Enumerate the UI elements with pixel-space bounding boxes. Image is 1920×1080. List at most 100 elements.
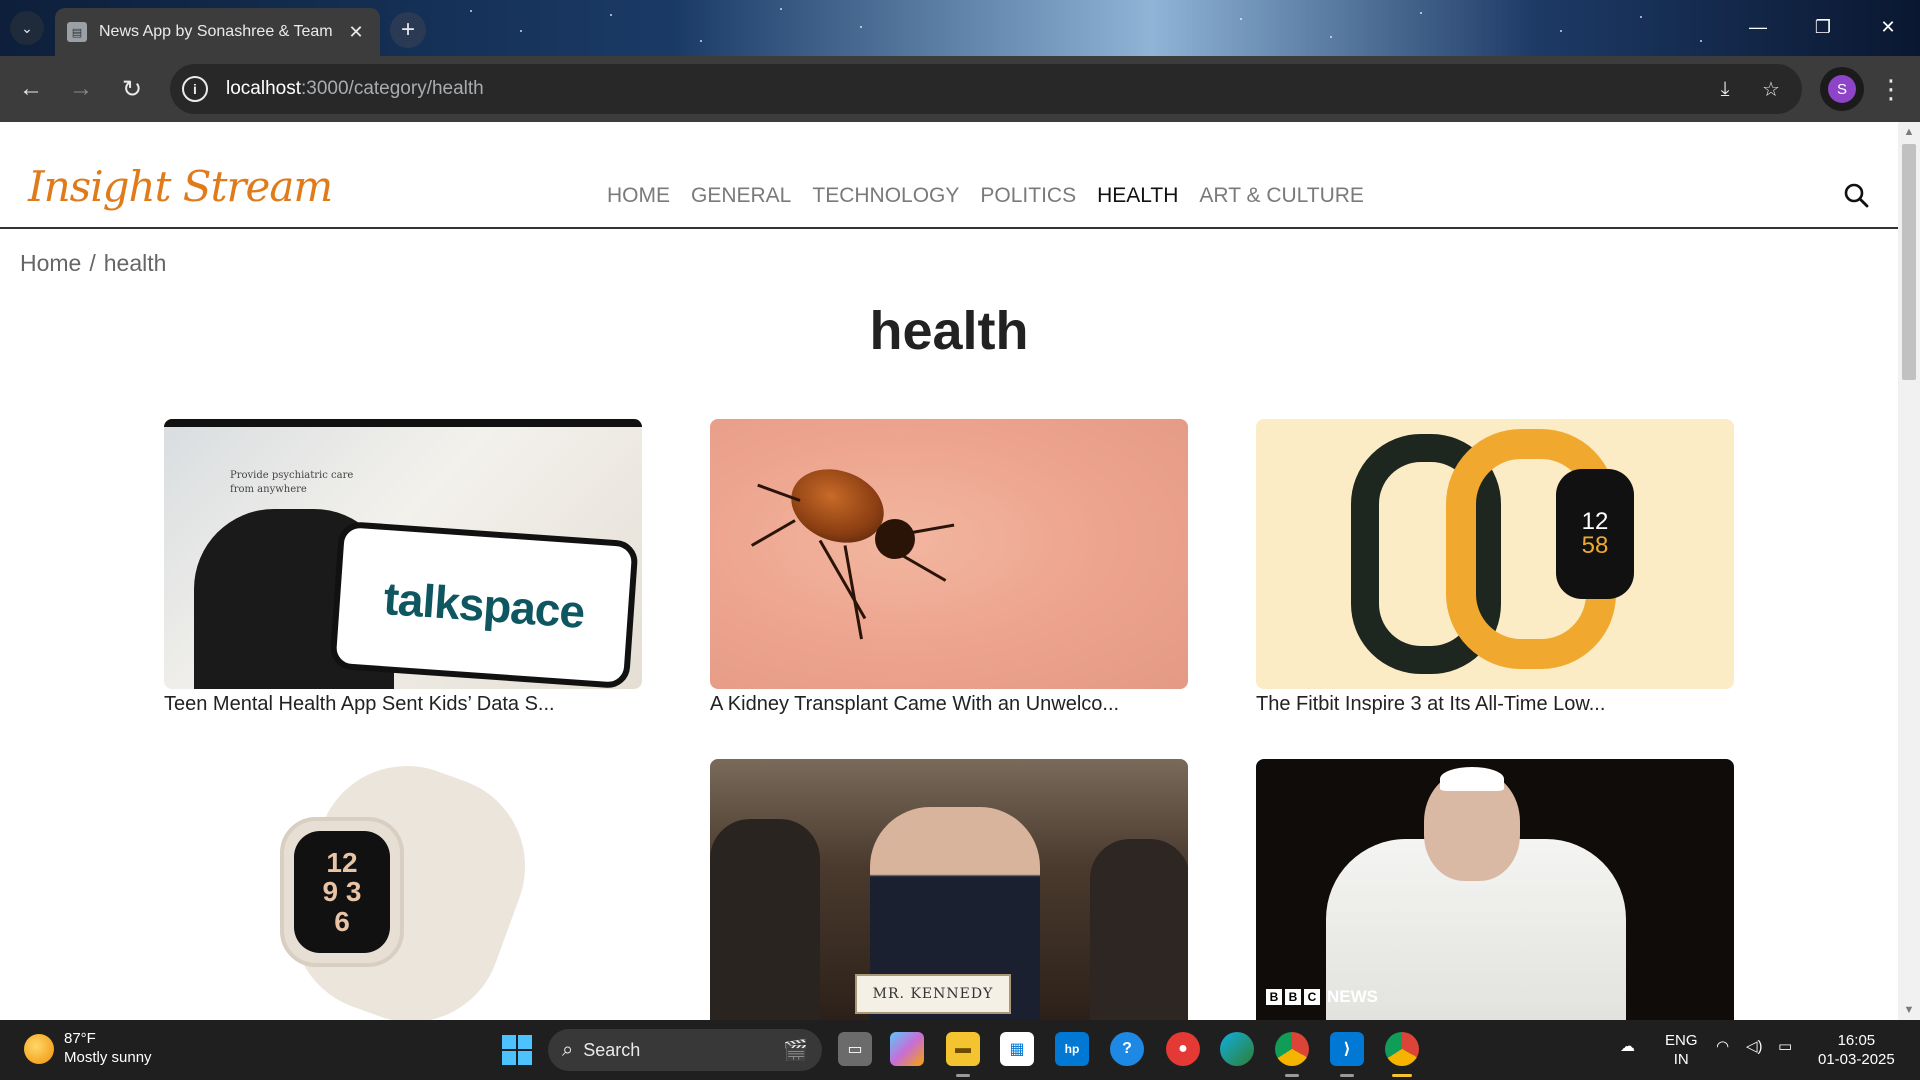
tomato-app-icon[interactable]: ●: [1166, 1032, 1200, 1066]
name-placard: MR. KENNEDY: [855, 974, 1011, 1014]
article-image-fitbit[interactable]: 12 58: [1256, 419, 1734, 689]
tab-search-button[interactable]: ⌄: [10, 11, 44, 45]
site-logo[interactable]: Insight Stream: [28, 162, 333, 211]
forward-button[interactable]: →: [62, 70, 100, 108]
clock[interactable]: 16:05 01-03-2025: [1818, 1032, 1895, 1070]
article-card[interactable]: 12 9 3 6: [164, 759, 642, 1020]
active-tab[interactable]: ▤ News App by Sonashree & Team ✕: [55, 8, 380, 56]
page-viewport: Insight Stream HOME GENERAL TECHNOLOGY P…: [0, 122, 1898, 1020]
restore-window-button[interactable]: ❐: [1803, 12, 1843, 42]
browser-menu-icon[interactable]: ⋮: [1876, 72, 1906, 106]
background-person: [1090, 839, 1188, 1020]
page-scrollbar[interactable]: ▲ ▼: [1898, 122, 1920, 1020]
language-indicator[interactable]: ENG IN: [1665, 1032, 1698, 1070]
battery-icon[interactable]: ▭: [1778, 1038, 1792, 1057]
nav-politics[interactable]: POLITICS: [980, 184, 1076, 208]
image-brand-text: talkspace: [382, 572, 586, 638]
bbc-letter: B: [1285, 989, 1301, 1005]
bbc-news-logo: BBC NEWS: [1266, 987, 1378, 1007]
partly-sunny-icon: [24, 1033, 54, 1064]
tick-leg: [818, 539, 867, 620]
bbc-letter: C: [1304, 989, 1320, 1005]
arrow-right-icon: →: [69, 75, 93, 102]
browser-toolbar: ← → ↻ i localhost:3000/category/health ⤓…: [0, 56, 1920, 122]
site-info-icon[interactable]: i: [182, 76, 208, 102]
image-browser-bar: [164, 419, 642, 427]
file-explorer-icon[interactable]: ▬: [946, 1032, 980, 1066]
tab-strip: ⌄ ▤ News App by Sonashree & Team ✕ + — ❐…: [0, 0, 1920, 56]
start-windows-icon[interactable]: [502, 1035, 532, 1065]
search-icon[interactable]: [1843, 182, 1869, 208]
profile-button[interactable]: S: [1820, 67, 1864, 111]
copilot-icon[interactable]: [890, 1032, 924, 1066]
clock-time: 16:05: [1837, 1032, 1876, 1049]
tick-leg: [884, 544, 947, 582]
windows-taskbar: 87°F Mostly sunny ⌕ Search 🎬 ▭ ▬ ▦ hp ? …: [0, 1020, 1920, 1080]
running-indicator: [1340, 1074, 1354, 1077]
myhp-icon[interactable]: hp: [1055, 1032, 1089, 1066]
volume-icon[interactable]: ◁): [1746, 1038, 1763, 1057]
article-card[interactable]: 12 58 The Fitbit Inspire 3 at Its All-Ti…: [1256, 419, 1734, 716]
close-window-button[interactable]: ✕: [1868, 12, 1908, 42]
lang-top: ENG: [1665, 1032, 1698, 1049]
article-image-hearing[interactable]: MR. KENNEDY: [710, 759, 1188, 1020]
article-image-tick[interactable]: [710, 419, 1188, 689]
reload-icon: ↻: [121, 75, 143, 103]
new-tab-button[interactable]: +: [390, 12, 426, 48]
scroll-up-icon[interactable]: ▲: [1903, 126, 1915, 138]
install-app-icon[interactable]: ⤓: [1712, 76, 1738, 102]
article-caption[interactable]: Teen Mental Health App Sent Kids’ Data S…: [164, 693, 642, 716]
article-image-talkspace[interactable]: Provide psychiatric care from anywhere t…: [164, 419, 642, 689]
help-icon[interactable]: ?: [1110, 1032, 1144, 1066]
fitbit-hours: 12: [1581, 508, 1609, 535]
chrome-profile-icon[interactable]: [1385, 1032, 1419, 1066]
close-tab-icon[interactable]: ✕: [344, 20, 368, 44]
weather-widget[interactable]: 87°F Mostly sunny: [24, 1030, 152, 1068]
article-card[interactable]: BBC NEWS: [1256, 759, 1734, 1020]
breadcrumb-current: health: [103, 250, 167, 276]
url-host: localhost: [226, 78, 301, 99]
url-path: :3000/category/health: [301, 78, 484, 99]
bookmark-star-icon[interactable]: ☆: [1758, 76, 1784, 102]
nav-health[interactable]: HEALTH: [1097, 184, 1178, 208]
article-caption[interactable]: A Kidney Transplant Came With an Unwelco…: [710, 693, 1188, 716]
article-image-pope[interactable]: BBC NEWS: [1256, 759, 1734, 1020]
breadcrumb: Home / health: [20, 250, 166, 277]
profile-avatar: S: [1828, 75, 1856, 103]
tick-leg: [843, 545, 863, 640]
taskbar-search-label: Search: [583, 1039, 641, 1060]
minimize-window-button[interactable]: —: [1738, 12, 1778, 42]
wifi-icon[interactable]: ◠: [1716, 1038, 1729, 1057]
microsoft-store-icon[interactable]: ▦: [1000, 1032, 1034, 1066]
nav-home[interactable]: HOME: [607, 184, 670, 208]
watch-number: 12: [326, 846, 358, 878]
image-phone: talkspace: [329, 520, 639, 689]
address-bar[interactable]: i localhost:3000/category/health ⤓ ☆: [170, 64, 1802, 114]
task-view-icon[interactable]: ▭: [838, 1032, 872, 1066]
vscode-icon[interactable]: ⟩: [1330, 1032, 1364, 1066]
scrollbar-thumb[interactable]: [1902, 144, 1916, 380]
tick-leg: [750, 519, 796, 547]
nav-general[interactable]: GENERAL: [691, 184, 791, 208]
watch-number: 6: [334, 905, 350, 937]
scroll-down-icon[interactable]: ▼: [1903, 1004, 1915, 1016]
onedrive-icon[interactable]: ☁: [1620, 1038, 1635, 1057]
tab-title: News App by Sonashree & Team: [99, 23, 333, 40]
article-card[interactable]: A Kidney Transplant Came With an Unwelco…: [710, 419, 1188, 716]
back-button[interactable]: ←: [12, 70, 50, 108]
nav-technology[interactable]: TECHNOLOGY: [812, 184, 959, 208]
page-title: health: [869, 301, 1029, 361]
chrome-icon[interactable]: [1275, 1032, 1309, 1066]
edge-icon[interactable]: [1220, 1032, 1254, 1066]
main-nav: HOME GENERAL TECHNOLOGY POLITICS HEALTH …: [607, 184, 1364, 208]
article-card[interactable]: Provide psychiatric care from anywhere t…: [164, 419, 642, 716]
nav-art-culture[interactable]: ART & CULTURE: [1199, 184, 1364, 208]
article-image-watch[interactable]: 12 9 3 6: [164, 759, 642, 1020]
article-caption[interactable]: The Fitbit Inspire 3 at Its All-Time Low…: [1256, 693, 1734, 716]
article-card[interactable]: MR. KENNEDY: [710, 759, 1188, 1020]
reload-button[interactable]: ↻: [113, 70, 151, 108]
arrow-left-icon: ←: [19, 75, 43, 102]
breadcrumb-home[interactable]: Home: [20, 250, 81, 276]
taskbar-search[interactable]: ⌕ Search 🎬: [548, 1029, 822, 1071]
watch-face: 12 9 3 6: [294, 831, 390, 953]
